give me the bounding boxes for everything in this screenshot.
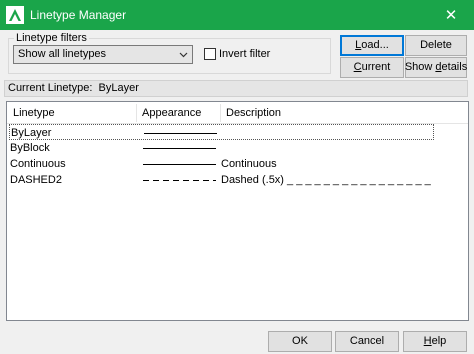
ok-button[interactable]: OK: [268, 331, 332, 352]
current-linetype-text: Current Linetype: ByLayer: [8, 82, 139, 95]
linetype-appearance: [143, 148, 216, 149]
linetype-filters-label: Linetype filters: [14, 32, 89, 45]
delete-button[interactable]: Delete: [405, 35, 467, 56]
autocad-a-icon: [6, 6, 24, 24]
table-row[interactable]: DASHED2 Dashed (.5x) _ _ _ _ _ _ _ _ _ _…: [9, 172, 434, 188]
column-header-appearance[interactable]: Appearance: [142, 106, 201, 120]
help-button[interactable]: Help: [403, 331, 467, 352]
table-row[interactable]: ByLayer: [9, 124, 434, 140]
show-details-prefix: Show: [404, 61, 436, 73]
linetype-appearance: [143, 164, 216, 165]
linetype-appearance: [143, 180, 216, 181]
cancel-button[interactable]: Cancel: [335, 331, 399, 352]
load-label: oad...: [361, 39, 389, 51]
chevron-down-icon: [178, 49, 189, 60]
column-header-description[interactable]: Description: [226, 106, 281, 120]
linetype-list[interactable]: Linetype Appearance Description ByLayer …: [6, 101, 469, 321]
current-linetype-value: ByLayer: [98, 82, 139, 94]
linetype-name: ByBlock: [10, 142, 50, 154]
invert-filter-checkbox[interactable]: [204, 48, 216, 60]
invert-filter-label[interactable]: Invert filter: [219, 47, 270, 61]
show-details-label: etails: [441, 61, 468, 73]
close-icon[interactable]: ✕: [428, 0, 474, 30]
linetype-filter-dropdown[interactable]: Show all linetypes: [13, 45, 193, 64]
window-title: Linetype Manager: [30, 8, 127, 22]
help-label: elp: [431, 335, 447, 347]
current-linetype-label: Current Linetype:: [8, 82, 93, 94]
column-header-linetype[interactable]: Linetype: [13, 106, 55, 120]
linetype-description: Dashed (.5x) _ _ _ _ _ _ _ _ _ _ _ _ _ _…: [221, 174, 431, 186]
linetype-description: Continuous: [221, 158, 277, 170]
show-details-button[interactable]: Show d etails: [405, 57, 467, 78]
table-row[interactable]: ByBlock: [9, 140, 434, 156]
linetype-name: Continuous: [10, 158, 66, 170]
help-accelerator: H: [423, 335, 432, 347]
table-row[interactable]: Continuous Continuous: [9, 156, 434, 172]
title-bar: Linetype Manager ✕: [0, 0, 474, 30]
current-accelerator: C: [353, 61, 362, 73]
linetype-appearance: [144, 133, 217, 134]
column-separator[interactable]: [220, 104, 221, 122]
linetype-name: DASHED2: [10, 174, 62, 186]
current-label: urrent: [361, 61, 391, 73]
linetype-filter-value: Show all linetypes: [18, 48, 107, 60]
current-button[interactable]: Current: [340, 57, 404, 78]
current-linetype-bar: Current Linetype: ByLayer: [4, 80, 468, 97]
load-button[interactable]: Load...: [340, 35, 404, 56]
column-separator[interactable]: [136, 104, 137, 122]
linetype-name: ByLayer: [11, 127, 52, 139]
